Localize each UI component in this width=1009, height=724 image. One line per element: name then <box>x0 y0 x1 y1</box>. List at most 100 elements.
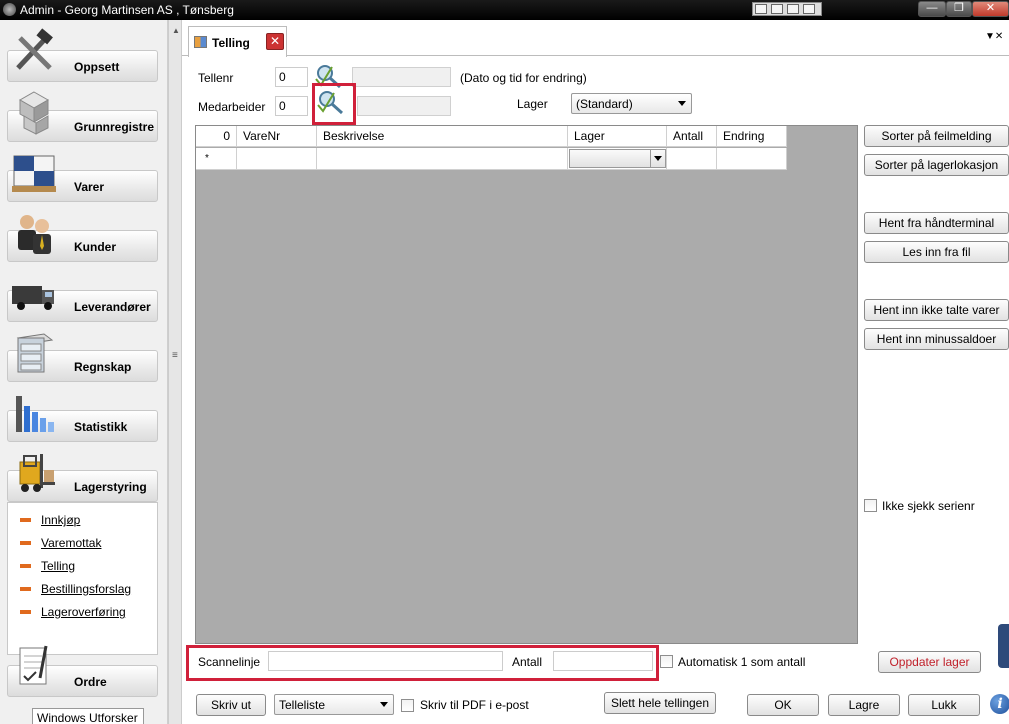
pallet-icon <box>12 155 56 192</box>
close-window-button[interactable]: ✕ <box>972 1 1009 17</box>
tab-close-button[interactable]: ✕ <box>266 33 284 50</box>
read-from-file-button[interactable]: Les inn fra fil <box>864 241 1009 263</box>
expand-icon[interactable] <box>771 4 783 14</box>
chevron-down-icon <box>678 101 686 106</box>
new-row-marker: * <box>196 148 237 170</box>
new-row-endring-cell[interactable] <box>717 148 787 170</box>
sidebar: Oppsett Grunnregistre Varer Kunder Lever… <box>0 20 168 724</box>
bar-chart-icon <box>16 396 54 432</box>
window-title: Admin - Georg Martinsen AS , Tønsberg <box>20 3 234 17</box>
medarbeider-name-display <box>357 96 451 116</box>
fetch-uncounted-button[interactable]: Hent inn ikke talte varer <box>864 299 1009 321</box>
maximize-button[interactable]: ❐ <box>946 1 972 17</box>
update-stock-button[interactable]: Oppdater lager <box>878 651 981 673</box>
print-list-value: Telleliste <box>279 698 326 712</box>
save-button[interactable]: Lagre <box>828 694 900 716</box>
medarbeider-label: Medarbeider <box>198 100 266 114</box>
chevron-down-icon[interactable] <box>787 4 799 14</box>
forklift-icon <box>19 454 55 492</box>
tools-icon <box>16 28 53 70</box>
new-row-lager-cell[interactable] <box>568 148 667 170</box>
tab-menu-icon[interactable]: ▼✕ <box>985 31 1003 42</box>
antall-input[interactable] <box>553 651 653 671</box>
truck-icon <box>12 286 54 310</box>
auto-one-checkbox[interactable] <box>660 655 673 668</box>
app-icon <box>3 3 16 16</box>
form-icon <box>194 36 207 48</box>
sidebar-item-label: Grunnregistre <box>74 120 155 134</box>
tooltip: Windows Utforsker <box>32 708 144 724</box>
chevron-down-icon <box>654 156 662 161</box>
lagerstyring-submenu: Innkjøp Varemottak Telling Bestillingsfo… <box>7 502 158 655</box>
chevron-down-icon <box>380 702 388 707</box>
cabinet-icon <box>16 333 54 373</box>
fetch-from-terminal-button[interactable]: Hent fra håndterminal <box>864 212 1009 234</box>
scan-line-input[interactable] <box>268 651 503 671</box>
sidebar-item-label: Regnskap <box>74 360 132 374</box>
antall-label: Antall <box>512 655 543 669</box>
ignore-serial-label: Ikke sjekk serienr <box>882 499 975 513</box>
close-button[interactable]: Lukk <box>908 694 980 716</box>
scroll-up-icon[interactable]: ▲ <box>172 26 180 35</box>
sort-by-location-button[interactable]: Sorter på lagerlokasjon <box>864 154 1009 176</box>
title-toolbar <box>752 2 822 16</box>
bullet-icon <box>20 610 31 614</box>
column-header-varenr[interactable]: VareNr <box>237 126 317 147</box>
new-row-antall-cell[interactable] <box>667 148 717 170</box>
medarbeider-field[interactable]: 0 <box>275 96 308 116</box>
sidebar-item-label: Varer <box>74 180 105 194</box>
delete-all-button[interactable]: Slett hele tellingen <box>604 692 716 714</box>
tab-label: Telling <box>212 36 250 50</box>
column-header-lager[interactable]: Lager <box>568 126 667 147</box>
submenu-link[interactable]: Telling <box>41 559 75 573</box>
submenu-link[interactable]: Innkjøp <box>41 513 80 527</box>
submenu-link[interactable]: Varemottak <box>41 536 101 550</box>
sort-by-error-button[interactable]: Sorter på feilmelding <box>864 125 1009 147</box>
minimize-button[interactable]: — <box>918 1 946 17</box>
print-list-select[interactable]: Telleliste <box>274 694 394 715</box>
tellenr-date-display <box>352 67 451 87</box>
scan-line-label: Scannelinje <box>198 655 261 669</box>
lager-label: Lager <box>517 97 548 111</box>
tab-telling[interactable]: Telling ✕ <box>188 26 287 57</box>
grid-icon[interactable] <box>755 4 767 14</box>
counting-grid[interactable]: 0 VareNr Beskrivelse Lager Antall Endrin… <box>195 125 858 644</box>
ignore-serial-checkbox[interactable] <box>864 499 877 512</box>
window-icon[interactable] <box>803 4 815 14</box>
pdf-email-label: Skriv til PDF i e-post <box>420 698 529 712</box>
print-button[interactable]: Skriv ut <box>196 694 266 716</box>
new-row-varenr-cell[interactable] <box>237 148 317 170</box>
pdf-email-checkbox[interactable] <box>401 699 414 712</box>
fetch-negative-balances-button[interactable]: Hent inn minussaldoer <box>864 328 1009 350</box>
lager-select-value: (Standard) <box>576 97 633 111</box>
bullet-icon <box>20 541 31 545</box>
auto-one-label: Automatisk 1 som antall <box>678 655 806 669</box>
bullet-icon <box>20 518 31 522</box>
new-row-beskrivelse-cell[interactable] <box>317 148 568 170</box>
info-icon[interactable]: i <box>990 694 1009 714</box>
column-header-beskrivelse[interactable]: Beskrivelse <box>317 126 568 147</box>
submenu-link[interactable]: Lageroverføring <box>41 605 126 619</box>
ok-button[interactable]: OK <box>747 694 819 716</box>
tellenr-label: Tellenr <box>198 71 234 85</box>
submenu-link[interactable]: Bestillingsforslag <box>41 582 131 596</box>
sidebar-item-label: Leverandører <box>74 300 151 314</box>
column-header-endring[interactable]: Endring <box>717 126 787 147</box>
sidebar-item-label: Kunder <box>74 240 116 254</box>
document-icon <box>19 645 48 685</box>
sidebar-item-label: Lagerstyring <box>74 480 147 494</box>
tab-strip: Telling ✕ <box>182 20 1009 57</box>
lager-select[interactable]: (Standard) <box>571 93 692 114</box>
combo-dropdown-button[interactable] <box>650 150 665 167</box>
lager-combo[interactable] <box>569 149 666 168</box>
side-panel-handle[interactable] <box>998 624 1009 668</box>
column-header-antall[interactable]: Antall <box>667 126 717 147</box>
date-note: (Dato og tid for endring) <box>460 71 587 85</box>
sidebar-item-label: Statistikk <box>74 420 128 434</box>
splitter-grip-icon[interactable]: ≡ <box>172 350 178 361</box>
tellenr-field[interactable]: 0 <box>275 67 308 87</box>
sidebar-item-label: Oppsett <box>74 60 120 74</box>
sidebar-splitter[interactable]: ▲ ≡ <box>168 20 182 724</box>
row-count-header: 0 <box>196 126 237 147</box>
sidebar-item-label: Ordre <box>74 675 107 689</box>
